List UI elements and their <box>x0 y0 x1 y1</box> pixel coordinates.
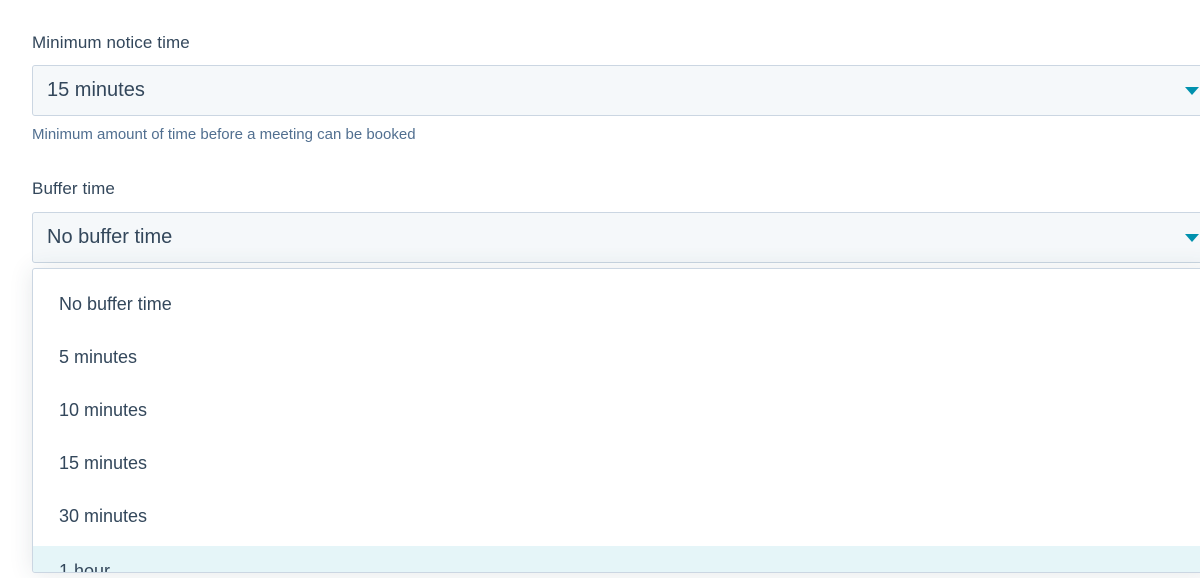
dropdown-option[interactable]: 10 minutes <box>33 385 1200 438</box>
meeting-settings-panel: Minimum notice time 15 minutes Minimum a… <box>0 0 1200 578</box>
buffer-time-value: No buffer time <box>47 226 173 248</box>
dropdown-option-label: 1 hour <box>59 561 111 573</box>
buffer-time-dropdown-menu: No buffer time 5 minutes 10 minutes 15 m… <box>32 268 1200 573</box>
dropdown-option-label: No buffer time <box>59 294 172 314</box>
dropdown-option[interactable]: 15 minutes <box>33 438 1200 491</box>
chevron-down-icon <box>1185 234 1199 242</box>
dropdown-option-hovered[interactable]: 1 hour <box>33 546 1200 573</box>
buffer-time-select[interactable]: No buffer time <box>32 212 1200 263</box>
min-notice-value: 15 minutes <box>47 79 145 101</box>
dropdown-option-label: 5 minutes <box>59 347 138 367</box>
dropdown-option[interactable]: No buffer time <box>33 279 1200 332</box>
dropdown-option[interactable]: 5 minutes <box>33 332 1200 385</box>
dropdown-option-label: 15 minutes <box>59 453 148 473</box>
buffer-time-label: Buffer time <box>32 179 115 198</box>
min-notice-select[interactable]: 15 minutes <box>32 65 1200 116</box>
dropdown-option-label: 10 minutes <box>59 400 148 420</box>
dropdown-option[interactable]: 30 minutes <box>33 491 1200 544</box>
dropdown-option-label: 30 minutes <box>59 506 148 526</box>
min-notice-help-text: Minimum amount of time before a meeting … <box>32 126 416 143</box>
min-notice-label: Minimum notice time <box>32 33 190 52</box>
chevron-down-icon <box>1185 87 1199 95</box>
